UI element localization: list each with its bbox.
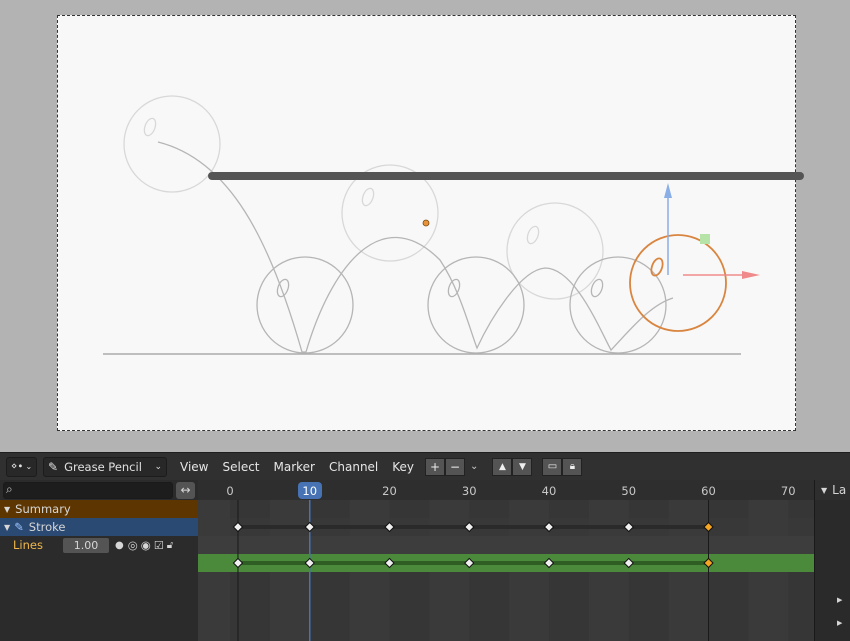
lock-icon: 🔒︎ [569, 461, 576, 472]
panel-label: La [832, 483, 847, 497]
chevron-down-icon: ⌄ [25, 462, 33, 471]
move-layer-down-button[interactable]: ▼ [512, 457, 533, 476]
editor-header: ⋄∙ ⌄ ✎ Grease Pencil ⌄ View Select Marke… [0, 453, 850, 480]
move-layer-up-button[interactable]: ▲ [492, 457, 513, 476]
z-axis-arrow [664, 183, 672, 198]
menu-channel[interactable]: Channel [322, 460, 385, 474]
menu-marker[interactable]: Marker [267, 460, 322, 474]
search-row: ⌕ ↔ [0, 480, 198, 500]
chevron-down-icon: ▼ [821, 485, 828, 495]
xz-plane-handle [700, 234, 710, 244]
editor-type-button[interactable]: ⋄∙ ⌄ [6, 456, 37, 477]
eye-icon[interactable]: ◉ [141, 538, 151, 552]
down-icon: ▼ [518, 461, 526, 472]
channel-layer[interactable]: Lines 1.00 ● ◎ ◉ ☑ 🔓︎ [0, 536, 198, 554]
object-origin [422, 219, 430, 227]
swap-icon: ↔ [180, 483, 191, 497]
channel-summary[interactable]: ▼ Summary [0, 500, 198, 518]
pencil-icon: ✎ [14, 520, 24, 534]
chevron-right-icon[interactable]: ▶ [837, 619, 842, 627]
disclosure-triangle-icon[interactable]: ▼ [4, 505, 10, 514]
chevron-down-icon[interactable]: ⌄ [470, 461, 478, 472]
drawing-canvas[interactable] [0, 0, 850, 452]
remove-layer-button[interactable]: − [445, 457, 466, 476]
search-input[interactable] [3, 481, 173, 499]
search-icon: ⌕ [6, 481, 13, 496]
layers-panel-header[interactable]: ▼ La [815, 480, 850, 500]
timeline-region[interactable]: 0 20 30 40 50 60 70 10 [198, 480, 814, 641]
monitor-icon: ▭ [547, 461, 558, 472]
sidebar-tabs: ▼ La ▶ ▶ [814, 480, 850, 641]
channel-object[interactable]: ▼ ✎ Stroke [0, 518, 198, 536]
channel-region: ⌕ ↔ ▼ Summary ▼ ✎ Stroke Lines 1.00 ● ◎ … [0, 480, 198, 641]
chevron-down-icon: ⌄ [154, 461, 162, 472]
object-label: Stroke [28, 520, 66, 534]
lock-button[interactable]: 🔒︎ [562, 457, 583, 476]
dot-icon[interactable]: ● [115, 540, 124, 551]
active-stroke [629, 234, 727, 332]
unlock-icon[interactable]: 🔓︎ [167, 540, 173, 551]
current-frame-indicator[interactable]: 10 [297, 482, 322, 499]
keyframe-area[interactable] [198, 480, 814, 641]
dopesheet-icon: ⋄∙ [11, 461, 24, 472]
current-frame-label: 10 [302, 483, 318, 498]
onion-icon[interactable]: ◎ [128, 538, 138, 552]
chevron-right-icon[interactable]: ▶ [837, 596, 842, 604]
menu-select[interactable]: Select [215, 460, 266, 474]
plus-icon: + [430, 459, 441, 474]
minus-icon: − [450, 459, 461, 474]
disclosure-triangle-icon[interactable]: ▼ [4, 523, 10, 532]
3d-viewport[interactable] [0, 0, 850, 452]
onion-skin-strokes [123, 95, 604, 300]
object-row [198, 536, 814, 554]
dope-sheet-editor: ⋄∙ ⌄ ✎ Grease Pencil ⌄ View Select Marke… [0, 452, 850, 641]
isolate-button[interactable]: ▭ [542, 457, 563, 476]
horizontal-scrollbar[interactable] [208, 172, 804, 180]
menu-view[interactable]: View [173, 460, 215, 474]
up-icon: ▲ [498, 461, 506, 472]
mode-select[interactable]: ✎ Grease Pencil ⌄ [43, 456, 167, 477]
add-layer-button[interactable]: + [425, 457, 446, 476]
pencil-icon: ✎ [48, 459, 59, 474]
opacity-field[interactable]: 1.00 [63, 537, 109, 553]
search-box: ⌕ [3, 481, 173, 499]
menu-key[interactable]: Key [385, 460, 421, 474]
x-axis-arrow [742, 271, 760, 279]
swap-button[interactable]: ↔ [176, 481, 195, 499]
summary-label: Summary [15, 502, 71, 516]
layer-label: Lines [13, 538, 43, 552]
checkbox-icon[interactable]: ☑ [154, 539, 164, 552]
mode-label: Grease Pencil [64, 459, 142, 474]
